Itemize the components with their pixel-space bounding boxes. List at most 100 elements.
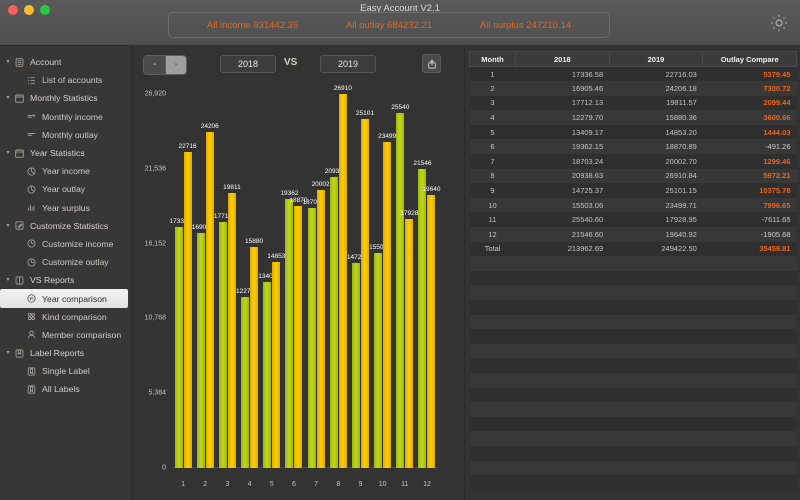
- x-axis-tick: 12: [423, 481, 431, 488]
- y-axis-tick: 16,152: [144, 240, 166, 248]
- bar-2019-month-7[interactable]: 20002: [312, 181, 330, 468]
- x-axis-tick: 7: [314, 481, 319, 488]
- bar-2018-month-1[interactable]: 17336: [170, 218, 188, 468]
- sidebar-item-list-of-accounts[interactable]: ▾List of accounts: [0, 71, 131, 89]
- disclosure-caret-icon[interactable]: ▾: [4, 59, 12, 65]
- sidebar-item-label: Monthly outlay: [42, 129, 99, 140]
- sidebar-item-label: Year Statistics: [30, 148, 85, 159]
- bar-2019-month-2[interactable]: 24206: [201, 123, 219, 468]
- table-column-header[interactable]: 2019: [609, 51, 704, 67]
- sidebar-item-customize-outlay[interactable]: ▾Customize outlay: [0, 253, 131, 271]
- sidebar-item-label-reports[interactable]: ▾ Label Reports: [0, 344, 131, 362]
- sidebar-item-vs-reports[interactable]: ▾ VS Reports: [0, 271, 131, 289]
- edit-box-icon: [12, 219, 26, 233]
- bar-2019-month-1[interactable]: 22716: [179, 143, 197, 468]
- table-row[interactable]: Total 213962.69 249422.50 35459.81: [469, 241, 797, 257]
- zoom-in-button[interactable]: -: [165, 56, 186, 74]
- table-row[interactable]: 6 19362.15 18870.89 -491.26: [469, 139, 797, 155]
- bar-2018-month-9[interactable]: 14725: [347, 254, 365, 468]
- bar-2018-month-11[interactable]: 25540: [391, 104, 409, 468]
- sidebar-item-account[interactable]: ▾ Account: [0, 53, 131, 71]
- table-filler-cell: [609, 475, 703, 490]
- table-filler-row: [469, 460, 797, 476]
- table-column-header[interactable]: Outlay Compare: [702, 51, 797, 67]
- disclosure-caret-icon[interactable]: ▾: [4, 350, 12, 356]
- x-axis-tick: 4: [247, 481, 252, 488]
- zoom-out-button[interactable]: -: [144, 56, 165, 74]
- bar-2018-month-3[interactable]: 17712: [214, 213, 232, 468]
- table-row[interactable]: 2 16905.46 24206.18 7300.72: [469, 81, 797, 96]
- bar-2019-month-6[interactable]: 18870: [289, 197, 307, 468]
- sidebar-item-single-label[interactable]: ▾Single Label: [0, 362, 131, 380]
- bar-2019-month-9[interactable]: 25101: [356, 110, 374, 468]
- table-row[interactable]: 1 17336.58 22716.03 5379.45: [469, 66, 797, 82]
- summary-bar: All income 931442.35 All outlay 684232.2…: [168, 12, 610, 38]
- table-filler-cell: [470, 388, 516, 403]
- table-cell-month: 12: [488, 229, 497, 239]
- clock-pie-icon: [24, 255, 38, 269]
- sidebar-item-customize-statistics[interactable]: ▾ Customize Statistics: [0, 217, 131, 235]
- export-icon[interactable]: [422, 54, 441, 73]
- disclosure-caret-icon[interactable]: ▾: [4, 95, 12, 101]
- table-row[interactable]: 12 21546.60 19640.92 -1905.68: [469, 227, 797, 242]
- disclosure-caret-icon[interactable]: ▾: [4, 150, 12, 156]
- bar-2019-month-11[interactable]: 17928: [400, 210, 418, 468]
- bar-2018-month-7[interactable]: 18703: [303, 199, 321, 468]
- year-left-select[interactable]: 2018: [220, 55, 276, 73]
- table-filler-cell: [703, 446, 797, 461]
- disclosure-caret-icon[interactable]: ▾: [4, 223, 12, 229]
- table-filler-cell: [703, 315, 797, 330]
- table-row[interactable]: 11 25540.60 17928.95 -7611.65: [469, 212, 797, 228]
- table-cell-y2019: 14853.20: [665, 127, 697, 137]
- year-right-select[interactable]: 2019: [320, 55, 376, 73]
- body: ▾Account▾List of accounts▾Monthly Statis…: [0, 46, 800, 500]
- bar-2018-month-8[interactable]: 20938: [325, 168, 343, 468]
- x-axis-tick: 9: [358, 481, 363, 488]
- table-row[interactable]: 4 12279.70 15880.36 3600.66: [469, 110, 797, 125]
- table-cell-y2019: 23499.71: [665, 200, 697, 210]
- sidebar-item-customize-income[interactable]: ▾Customize income: [0, 235, 131, 253]
- table-column-header[interactable]: Month: [469, 51, 516, 67]
- bar-2019-month-3[interactable]: 19811: [223, 184, 241, 468]
- table-filler-cell: [609, 461, 703, 476]
- sidebar-item-label: Label Reports: [30, 348, 85, 359]
- sidebar-item-monthly-outlay[interactable]: ▾Monthly outlay: [0, 126, 131, 144]
- table-column-header[interactable]: 2018: [515, 51, 610, 67]
- sidebar-item-monthly-statistics[interactable]: ▾ Monthly Statistics: [0, 89, 131, 107]
- table-cell-y2019: 15880.36: [665, 113, 697, 123]
- sidebar-item-year-income[interactable]: ▾Year income: [0, 162, 131, 180]
- sidebar-item-monthly-income[interactable]: ▾Monthly income: [0, 108, 131, 126]
- gear-icon[interactable]: [768, 12, 790, 34]
- table-row[interactable]: 3 17712.13 19811.57 2099.44: [469, 95, 797, 111]
- bar-2018-month-5[interactable]: 13409: [258, 273, 276, 468]
- disclosure-caret-icon[interactable]: ▾: [4, 277, 12, 283]
- bar-2018-month-4[interactable]: 12279: [236, 288, 254, 468]
- sidebar-item-year-surplus[interactable]: ▾Year surplus: [0, 199, 131, 217]
- bar-2018-month-10[interactable]: 15503: [369, 244, 387, 468]
- table-row[interactable]: 9 14725.37 25101.15 10375.78: [469, 183, 797, 198]
- sidebar-item-year-comparison[interactable]: ▾Year comparison: [0, 289, 128, 308]
- sidebar-item-kind-comparison[interactable]: ▾Kind comparison: [0, 308, 131, 326]
- bar-2019-month-8[interactable]: 26910: [334, 85, 352, 468]
- bar-2019-month-5[interactable]: 14853: [267, 253, 285, 468]
- table-filler-row: [469, 387, 797, 403]
- sidebar-item-all-labels[interactable]: ▾All Labels: [0, 380, 131, 398]
- table-row[interactable]: 10 15503.06 23499.71 7996.65: [469, 197, 797, 213]
- table-row[interactable]: 7 18703.24 20002.70 1299.46: [469, 154, 797, 169]
- bar-2019-month-10[interactable]: 23499: [378, 133, 396, 468]
- zoom-stepper[interactable]: - -: [143, 55, 187, 75]
- table-row[interactable]: 5 13409.17 14853.20 1444.03: [469, 124, 797, 140]
- bar-2019-month-12[interactable]: 19640: [422, 186, 441, 468]
- bar-2019-month-4[interactable]: 15880: [245, 238, 263, 468]
- bar-2018-month-6[interactable]: 19362: [280, 190, 298, 468]
- sidebar-item-year-statistics[interactable]: ▾ Year Statistics: [0, 144, 131, 162]
- bar-2018-month-2[interactable]: 16905: [192, 224, 210, 468]
- sidebar-item-member-comparison[interactable]: ▾Member comparison: [0, 326, 131, 344]
- sidebar-item-year-outlay[interactable]: ▾Year outlay: [0, 180, 131, 198]
- y-axis-tick: 10,768: [144, 314, 166, 322]
- table-cell-month: 8: [490, 171, 495, 181]
- table-cell-compare: 2099.44: [763, 98, 791, 108]
- table-row[interactable]: 8 20938.63 26910.84 5972.21: [469, 168, 797, 184]
- bar-2018-month-12[interactable]: 21546: [413, 160, 432, 468]
- table-cell-compare: 5379.45: [763, 69, 791, 79]
